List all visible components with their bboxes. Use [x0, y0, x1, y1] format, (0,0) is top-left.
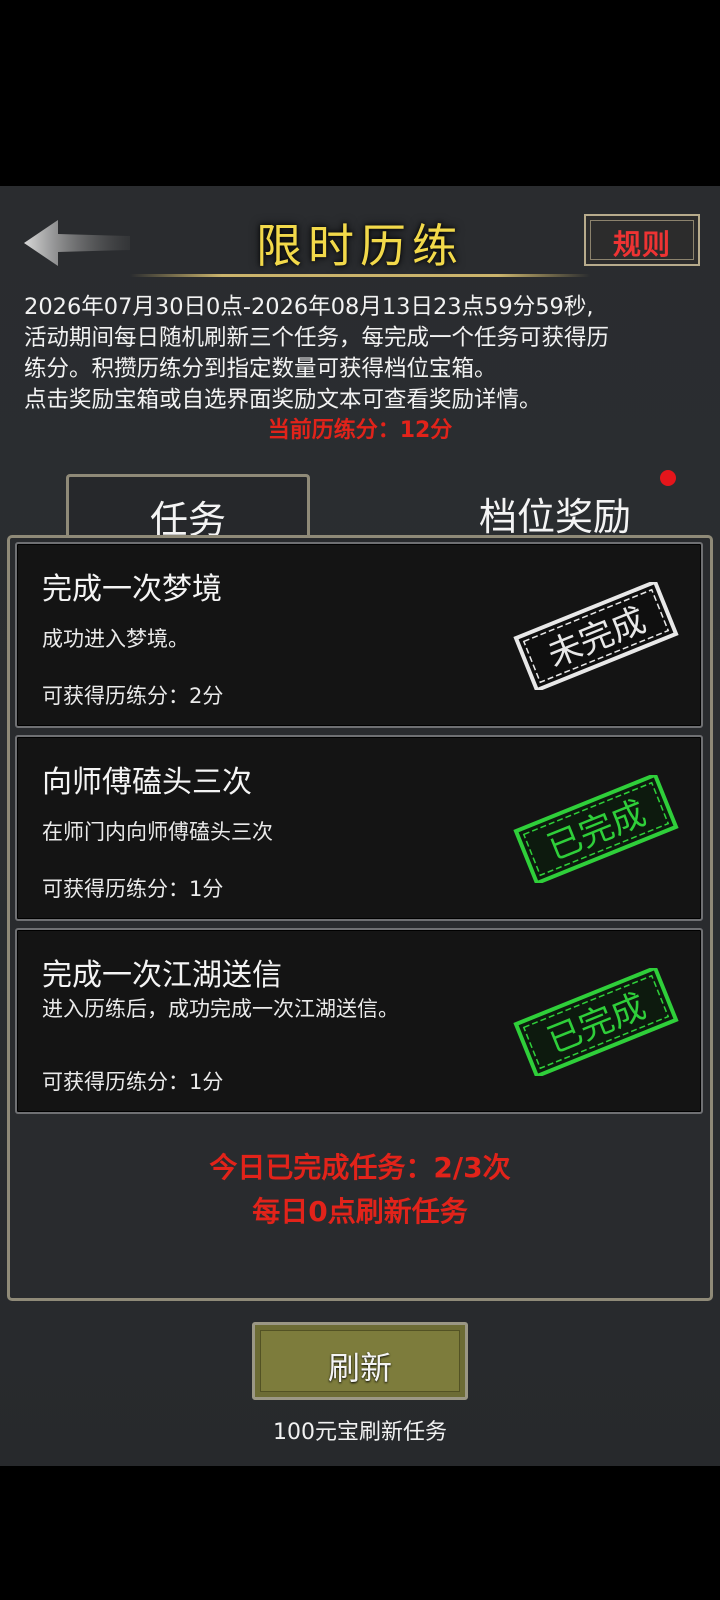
current-score: 当前历练分：12分 [267, 418, 453, 443]
task-title: 完成一次梦境 [42, 572, 222, 607]
rules-button-label: 规则 [612, 228, 671, 261]
refresh-button-label: 刷新 [327, 1349, 392, 1387]
title-divider [130, 274, 590, 277]
description-line: 2026年07月30日0点-2026年08月13日23点59分59秒, [24, 294, 594, 320]
rules-button[interactable]: 规则 [584, 214, 700, 266]
status-stamp-incomplete: 未完成 [503, 579, 689, 693]
description-line: 活动期间每日随机刷新三个任务，每完成一个任务可获得历 [24, 325, 610, 351]
notification-dot [660, 470, 676, 486]
tab-reward[interactable]: 档位奖励 [430, 474, 680, 544]
description-line: 练分。积攒历练分到指定数量可获得档位宝箱。 [24, 356, 497, 382]
task-card[interactable]: 向师傅磕头三次 在师门内向师傅磕头三次 可获得历练分：1分 已完成 [15, 735, 703, 921]
task-card[interactable]: 完成一次梦境 成功进入梦境。 可获得历练分：2分 未完成 [15, 542, 703, 728]
refresh-note: 每日0点刷新任务 [252, 1195, 468, 1228]
task-description: 成功进入梦境。 [42, 627, 189, 651]
task-points: 可获得历练分：1分 [42, 877, 224, 901]
tab-task[interactable]: 任务 [66, 474, 310, 544]
refresh-cost: 100元宝刷新任务 [273, 1420, 447, 1445]
task-description: 在师门内向师傅磕头三次 [42, 820, 273, 844]
refresh-button[interactable]: 刷新 [252, 1322, 468, 1400]
task-title: 向师傅磕头三次 [42, 765, 252, 800]
completed-count: 今日已完成任务：2/3次 [209, 1151, 511, 1184]
status-stamp-complete: 已完成 [503, 965, 689, 1079]
task-title: 完成一次江湖送信 [42, 958, 282, 993]
activity-description: 2026年07月30日0点-2026年08月13日23点59分59秒, 活动期间… [24, 292, 704, 416]
status-stamp-complete: 已完成 [503, 772, 689, 886]
task-card[interactable]: 完成一次江湖送信 进入历练后，成功完成一次江湖送信。 可获得历练分：1分 已完成 [15, 928, 703, 1114]
tab-reward-label: 档位奖励 [478, 495, 631, 539]
task-points: 可获得历练分：2分 [42, 684, 224, 708]
task-points: 可获得历练分：1分 [42, 1070, 224, 1094]
task-description: 进入历练后，成功完成一次江湖送信。 [42, 997, 399, 1021]
